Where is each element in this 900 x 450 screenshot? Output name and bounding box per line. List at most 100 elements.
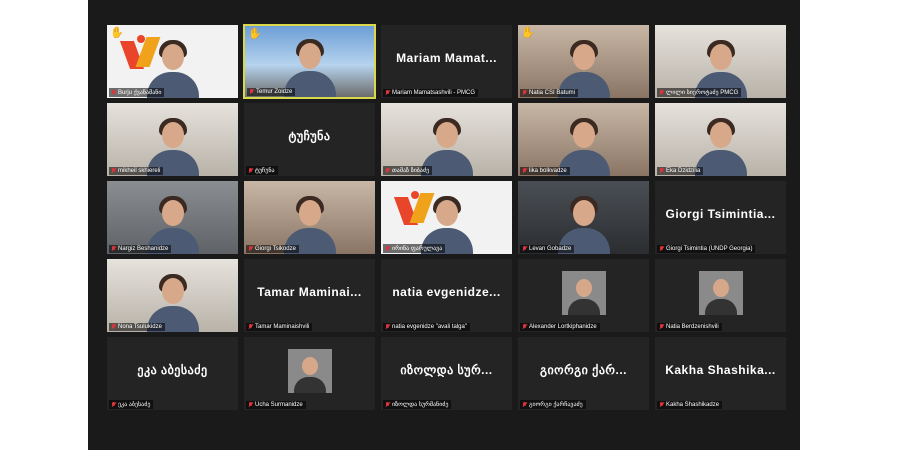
participant-name: ლილი სიეროტაძე PMCG <box>666 90 739 96</box>
muted-mic-icon <box>385 90 390 96</box>
participant-tile[interactable]: Giorgi Tsikodze <box>243 180 376 255</box>
muted-mic-icon <box>659 246 664 252</box>
participant-name-label: Nona Tsulukidze <box>109 323 165 331</box>
participant-tile[interactable]: ირინა ფარულავა <box>380 180 513 255</box>
participant-name-label: natia evgenidze "avali talga" <box>383 323 470 331</box>
participant-tile[interactable]: ტუჩუნა ტუჩუნა <box>243 102 376 177</box>
participant-name: Natia Berdzenishvili <box>666 324 719 330</box>
participant-display-name: Giorgi Tsimintia... <box>665 207 776 221</box>
participant-name: mikheil skhiereli <box>118 168 161 174</box>
muted-mic-icon <box>522 324 527 330</box>
participant-name-label: Tamar Maminaishvili <box>246 323 313 331</box>
participant-name: Alexander Lortkiphanidze <box>529 324 597 330</box>
participant-tile[interactable]: Mariam Mamat... Mariam Mamatsashvili - PM… <box>380 24 513 99</box>
participant-display-name: იზოლდა სურ... <box>400 363 493 377</box>
participant-name: Nona Tsulukidze <box>118 324 162 330</box>
participant-name-label: ირინა ფარულავა <box>383 244 446 253</box>
muted-mic-icon <box>522 168 527 174</box>
muted-mic-icon <box>385 324 390 330</box>
muted-mic-icon <box>111 324 116 330</box>
participant-tile[interactable]: Kakha Shashika... Kakha Shashikadze <box>654 336 787 411</box>
participant-name: თამაზ ზიბაძე <box>392 168 430 174</box>
participant-name: Temur Zoidze <box>256 89 293 95</box>
participant-tile[interactable]: ✋ Burju ქვანამანი <box>106 24 239 99</box>
participant-name-label: Nargiz Beshanidze <box>109 245 172 253</box>
participant-tile[interactable]: თამაზ ზიბაძე <box>380 102 513 177</box>
participant-display-name: ტუჩუნა <box>288 129 331 143</box>
muted-mic-icon <box>522 90 527 96</box>
participant-tile[interactable]: Levan Gobadze <box>517 180 650 255</box>
participant-name-label: Giorgi Tsikodze <box>246 245 299 253</box>
participant-name: Nargiz Beshanidze <box>118 246 169 252</box>
muted-mic-icon <box>385 245 390 252</box>
participant-display-name: Tamar Maminai... <box>257 285 362 299</box>
muted-mic-icon <box>111 168 116 174</box>
participant-name-label: ტუჩუნა <box>246 166 278 175</box>
participant-tile[interactable]: Eka Dzidzilia <box>654 102 787 177</box>
participant-name-label: Burju ქვანამანი <box>109 88 165 97</box>
participant-name: Kakha Shashikadze <box>666 402 720 408</box>
muted-mic-icon <box>659 402 664 408</box>
participant-tile[interactable]: Ucha Surmanidze <box>243 336 376 411</box>
participant-tile[interactable]: ✋ Temur Zoidze <box>243 24 376 99</box>
participant-display-name: გიორგი ქარ... <box>540 363 627 377</box>
muted-mic-icon <box>522 401 527 408</box>
participant-name: Giorgi Tsikodze <box>255 246 296 252</box>
raised-hand-icon: ✋ <box>110 27 124 39</box>
participant-name: Levan Gobadze <box>529 246 572 252</box>
meeting-window: ✋ Burju ქვანამანი ✋ Temur Zoidze Mariam Mama… <box>88 0 800 450</box>
profile-picture <box>698 271 743 315</box>
muted-mic-icon <box>111 89 116 96</box>
muted-mic-icon <box>659 168 664 174</box>
participant-name: Eka Dzidzilia <box>666 168 701 174</box>
participant-display-name: ეკა აბესაძე <box>137 363 208 377</box>
participant-tile[interactable]: ლილი სიეროტაძე PMCG <box>654 24 787 99</box>
participant-name: ეკა აბესაძე <box>118 402 151 408</box>
participant-tile[interactable]: გიორგი ქარ... გიორგი ქარჩავაძე <box>517 336 650 411</box>
participant-tile[interactable]: იზოლდა სურ... იზოლდა სურმანიძე <box>380 336 513 411</box>
participant-tile[interactable]: mikheil skhiereli <box>106 102 239 177</box>
muted-mic-icon <box>659 89 664 96</box>
participant-gallery: ✋ Burju ქვანამანი ✋ Temur Zoidze Mariam Mama… <box>106 24 787 411</box>
participant-name: Burju ქვანამანი <box>118 90 162 96</box>
participant-name-label: lika bolkvadze <box>520 167 570 175</box>
participant-name-label: იზოლდა სურმანიძე <box>383 400 452 409</box>
participant-name: Natia CSI Batumi <box>529 90 576 96</box>
participant-name-label: Natia CSI Batumi <box>520 89 579 97</box>
participant-name-label: Mariam Mamatsashvili - PMCG <box>383 89 479 97</box>
participant-tile[interactable]: ✋ Natia CSI Batumi <box>517 24 650 99</box>
participant-tile[interactable]: Natia Berdzenishvili <box>654 258 787 333</box>
participant-name: ირინა ფარულავა <box>392 246 443 252</box>
participant-name: Ucha Surmanidze <box>255 402 303 408</box>
participant-name: lika bolkvadze <box>529 168 567 174</box>
participant-name-label: ლილი სიეროტაძე PMCG <box>657 88 742 97</box>
participant-tile[interactable]: Giorgi Tsimintia... Giorgi Tsimintia (UND… <box>654 180 787 255</box>
participant-tile[interactable]: ეკა აბესაძე ეკა აბესაძე <box>106 336 239 411</box>
participant-name-label: ეკა აბესაძე <box>109 400 154 409</box>
participant-name: natia evgenidze "avali talga" <box>392 324 467 330</box>
participant-tile[interactable]: natia evgenidze... natia evgenidze "avali… <box>380 258 513 333</box>
muted-mic-icon <box>659 324 664 330</box>
participant-tile[interactable]: Tamar Maminai... Tamar Maminaishvili <box>243 258 376 333</box>
participant-name: გიორგი ქარჩავაძე <box>529 402 583 408</box>
participant-name-label: mikheil skhiereli <box>109 167 164 175</box>
participant-name-label: Giorgi Tsimintia (UNDP Georgia) <box>657 245 756 253</box>
participant-name-label: Ucha Surmanidze <box>246 401 306 409</box>
participant-name-label: Eka Dzidzilia <box>657 167 704 175</box>
participant-name-label: Kakha Shashikadze <box>657 401 723 409</box>
participant-name: Tamar Maminaishvili <box>255 324 310 330</box>
muted-mic-icon <box>111 401 116 408</box>
participant-display-name: natia evgenidze... <box>392 285 501 299</box>
muted-mic-icon <box>248 324 253 330</box>
raised-hand-icon: ✋ <box>248 28 262 40</box>
participant-name-label: Temur Zoidze <box>247 88 296 96</box>
participant-tile[interactable]: Nona Tsulukidze <box>106 258 239 333</box>
participant-tile[interactable]: Alexander Lortkiphanidze <box>517 258 650 333</box>
muted-mic-icon <box>248 167 253 174</box>
raised-hand-icon: ✋ <box>521 27 535 39</box>
participant-name: ტუჩუნა <box>255 168 275 174</box>
muted-mic-icon <box>249 89 254 95</box>
participant-tile[interactable]: lika bolkvadze <box>517 102 650 177</box>
participant-tile[interactable]: Nargiz Beshanidze <box>106 180 239 255</box>
participant-name-label: გიორგი ქარჩავაძე <box>520 400 586 409</box>
